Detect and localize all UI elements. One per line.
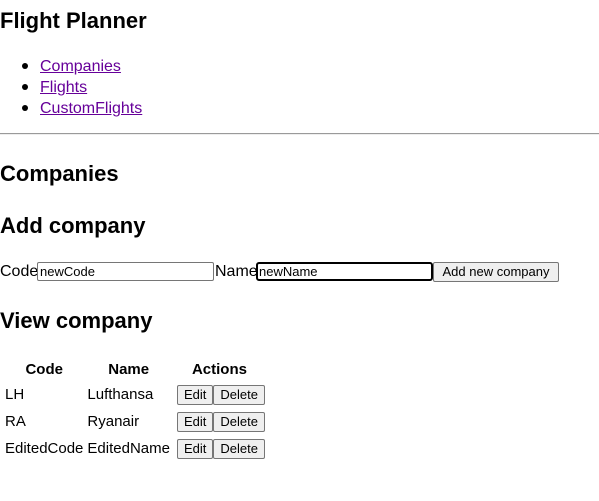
add-company-button[interactable]: Add new company: [433, 262, 559, 282]
cell-actions: Edit Delete: [173, 382, 266, 407]
name-label: Name: [215, 263, 258, 280]
delete-button[interactable]: Delete: [213, 384, 265, 405]
cell-name: Lufthansa: [87, 386, 154, 403]
nav-item-flights: Flights: [22, 77, 142, 98]
nav-item-companies: Companies: [22, 56, 142, 77]
column-header-code: Code: [25, 361, 63, 378]
nav-item-customflights: CustomFlights: [22, 98, 142, 119]
column-header-name: Name: [108, 361, 150, 378]
main-nav: Companies Flights CustomFlights: [22, 56, 142, 119]
code-input[interactable]: [37, 262, 214, 281]
delete-button[interactable]: Delete: [213, 438, 265, 459]
edit-button[interactable]: Edit: [176, 384, 214, 405]
bullet-icon: [22, 84, 28, 90]
cell-actions: Edit Delete: [173, 436, 266, 461]
companies-table: Code Name Actions LH Lufthansa Edit Delet…: [2, 357, 268, 463]
cell-actions: Edit Delete: [173, 409, 266, 434]
cell-name: Ryanair: [87, 413, 140, 430]
bullet-icon: [22, 105, 28, 111]
nav-link-customflights[interactable]: CustomFlights: [40, 100, 142, 117]
column-header-actions: Actions: [191, 361, 247, 378]
cell-code: LH: [5, 386, 25, 403]
delete-button[interactable]: Delete: [213, 411, 265, 432]
code-label: Code: [0, 263, 39, 280]
page-title: Companies: [0, 161, 119, 186]
cell-name: EditedName: [87, 440, 170, 457]
bullet-icon: [22, 63, 28, 69]
edit-button[interactable]: Edit: [176, 438, 214, 459]
table-header-row: Code Name Actions: [4, 359, 266, 380]
table-row: EditedCode EditedName Edit Delete: [4, 436, 266, 461]
table-row: RA Ryanair Edit Delete: [4, 409, 266, 434]
nav-link-flights[interactable]: Flights: [40, 79, 87, 96]
edit-button[interactable]: Edit: [176, 411, 214, 432]
name-input[interactable]: [256, 262, 433, 281]
divider: [0, 133, 599, 135]
view-company-heading: View company: [0, 308, 153, 333]
cell-code: RA: [5, 413, 26, 430]
app-title: Flight Planner: [0, 8, 147, 33]
cell-code: EditedCode: [5, 440, 84, 457]
add-company-heading: Add company: [0, 213, 146, 238]
table-row: LH Lufthansa Edit Delete: [4, 382, 266, 407]
nav-link-companies[interactable]: Companies: [40, 58, 121, 75]
